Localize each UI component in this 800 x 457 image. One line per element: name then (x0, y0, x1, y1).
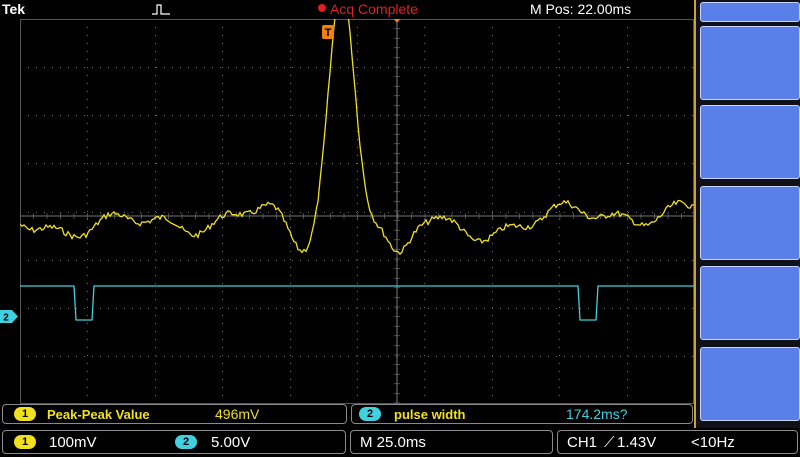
trigger-readout[interactable]: CH1 ⟋ 1.43V <10Hz (557, 430, 798, 454)
ch1-waveform (20, 19, 694, 256)
measurement-1[interactable]: 1 Peak-Peak Value 496mV (2, 404, 347, 424)
acq-status-icon (318, 4, 326, 12)
trigger-slope-icon: ⟋ (604, 434, 615, 451)
side-menu-title[interactable] (700, 2, 800, 22)
measurement-value: 496mV (215, 406, 260, 422)
measurement-2[interactable]: 2 pulse width 174.2ms? (351, 404, 693, 424)
m-pos-readout: M Pos: 22.00ms (530, 1, 632, 17)
ch2-badge[interactable]: 2 (175, 435, 197, 449)
ch2-ground-marker[interactable]: 2 (0, 310, 18, 323)
side-menu-button-3[interactable] (700, 186, 800, 260)
trigger-position-marker[interactable]: T (322, 25, 334, 39)
ch2-badge: 2 (359, 407, 381, 421)
measurement-label: pulse width (394, 407, 466, 422)
side-menu-button-1[interactable] (700, 26, 800, 100)
ch1-scale[interactable]: 100mV (49, 434, 97, 451)
acquisition-status: Acq Complete (318, 1, 418, 17)
ch1-badge: 1 (14, 407, 36, 421)
side-menu-button-5[interactable] (700, 347, 800, 421)
trigger-frequency: <10Hz (691, 434, 735, 451)
acq-status-label: Acq Complete (330, 1, 418, 17)
measurement-value: 174.2ms? (566, 406, 628, 422)
trigger-type-icon (152, 4, 170, 15)
svg-text:2: 2 (3, 313, 9, 324)
svg-text:T: T (325, 27, 332, 39)
side-menu-button-2[interactable] (700, 105, 800, 179)
graticule (20, 19, 694, 404)
side-menu-button-4[interactable] (700, 266, 800, 340)
channel-scales: 1 100mV 2 5.00V (2, 430, 346, 454)
brand-logo: Tek (2, 1, 26, 17)
trigger-source: CH1 (567, 434, 598, 451)
waveform-display[interactable]: T (20, 19, 694, 404)
timebase-value: M 25.0ms (360, 434, 426, 451)
side-menu (694, 0, 800, 428)
trigger-level: 1.43V (617, 434, 657, 451)
timebase-readout[interactable]: M 25.0ms (350, 430, 553, 454)
measurement-label: Peak-Peak Value (47, 407, 150, 422)
status-header: Tek Acq Complete M Pos: 22.00ms (0, 0, 694, 20)
ch2-scale[interactable]: 5.00V (211, 434, 250, 451)
ch1-badge[interactable]: 1 (14, 435, 36, 449)
